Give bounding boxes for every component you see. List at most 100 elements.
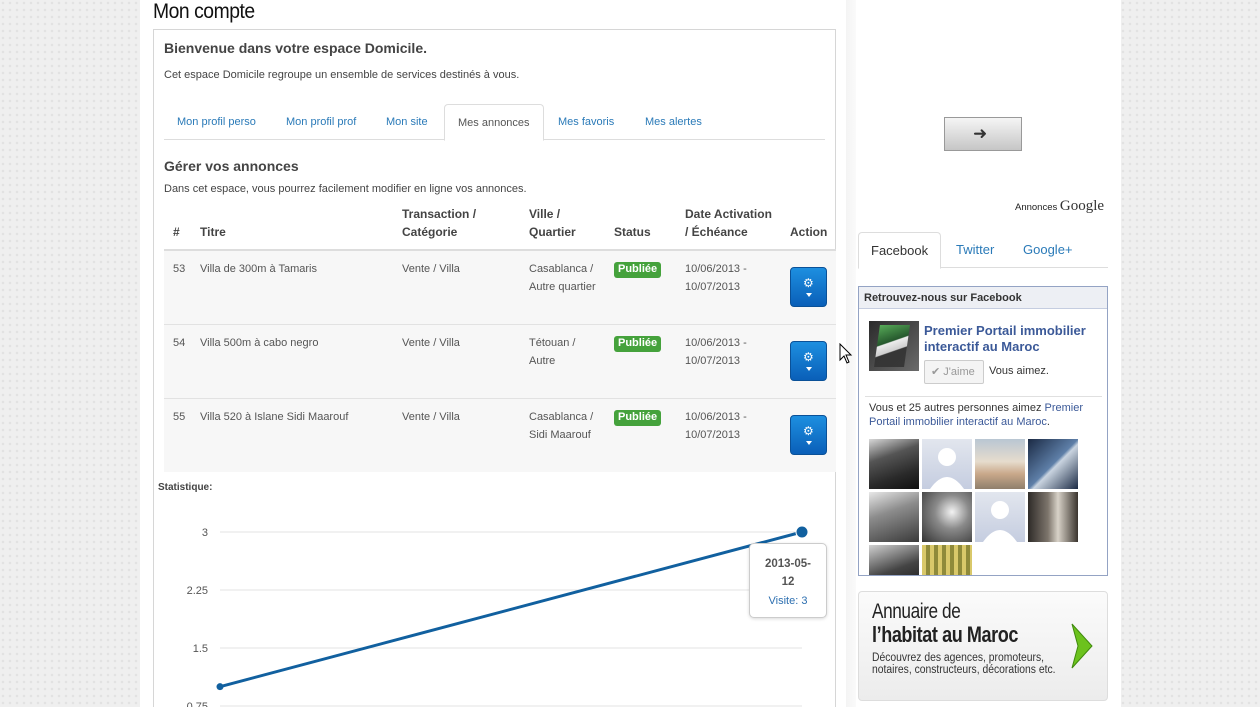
avatar[interactable] [922,439,972,489]
action-dropdown-button[interactable]: ⚙ [790,267,827,307]
col-num: # [164,205,191,251]
y-tick-label: 1.5 [193,643,208,655]
social-tabs: Facebook Twitter Google+ [858,232,1108,269]
gear-icon: ⚙ [803,276,814,290]
annuaire-banner[interactable]: Annuaire de l’habitat au Maroc Découvrez… [858,591,1108,701]
col-transaction: Transaction / Catégorie [393,205,520,251]
section-title: Gérer vos annonces [164,158,299,174]
col-date: Date Activation / Échéance [676,205,781,251]
avatar[interactable] [869,545,919,575]
avatar[interactable] [922,545,972,575]
status-badge: Publiée [614,262,662,278]
gear-icon: ⚙ [803,423,814,438]
likes-text: Vous aimez. [989,365,1049,377]
row-action: ⚙ [781,397,836,472]
row-date: 10/06/2013 -10/07/2013 [676,323,781,398]
row-action: ⚙ [781,323,836,398]
account-tabs: Mon profil perso Mon profil prof Mon sit… [164,104,825,141]
google-ads-label[interactable]: Annonces Google [1015,198,1104,215]
tab-mes-favoris[interactable]: Mes favoris [545,104,627,140]
tab-mon-profil-prof[interactable]: Mon profil prof [273,104,369,140]
check-icon: ✔ [931,366,941,378]
welcome-heading: Bienvenue dans votre espace Domicile. [164,40,427,56]
row-transaction: Vente / Villa [393,397,520,472]
tab-mon-profil-perso[interactable]: Mon profil perso [164,104,269,140]
status-badge: Publiée [614,335,662,352]
row-status: Publiée [605,323,676,398]
series-line [219,530,803,689]
tooltip-date: 2013-05- 12 [764,558,812,588]
tab-mes-annonces[interactable]: Mes annonces [444,104,544,141]
friends-text: Vous et 25 autres personnes aimez Premie… [869,402,1084,428]
caret-down-icon [806,366,812,371]
mouse-cursor-icon [839,343,853,364]
annuaire-description: Découvrez des agences, promoteurs, notai… [872,652,1056,676]
facebook-widget: Retrouvez-nous sur Facebook Premier Port… [858,286,1108,576]
like-button[interactable]: ✔ J'aime [924,360,984,384]
facebook-page-name[interactable]: Premier Portail immobilier interactif au… [924,323,1104,355]
chart-tooltip: 2013-05- 12 Visite: 3 [749,543,827,618]
row-city: Casablanca / Autre quartier [520,249,605,324]
tab-mes-alertes[interactable]: Mes alertes [632,104,715,140]
col-city: Ville / Quartier [520,205,605,251]
avatar[interactable] [922,492,972,542]
action-dropdown-button[interactable]: ⚙ [790,414,827,455]
section-description: Dans cet espace, vous pourrez facilement… [164,183,527,195]
tab-mon-site[interactable]: Mon site [373,104,441,140]
col-action: Action [781,205,836,251]
col-status: Status [605,205,676,251]
page-container: Mon compte Bienvenue dans votre espace D… [140,0,1121,707]
tab-twitter[interactable]: Twitter [944,232,1006,268]
y-tick-label: 2.25 [187,585,208,597]
row-title: Villa 520 à Islane Sidi Maarouf [191,397,393,472]
avatar[interactable] [975,492,1025,542]
row-transaction: Vente / Villa [393,323,520,398]
ad-next-button[interactable]: ➜ [944,117,1022,151]
intro-text: Cet espace Domicile regroupe un ensemble… [164,69,520,81]
y-tick-label: 3 [202,527,208,539]
annuaire-title-line2: l’habitat au Maroc [872,622,1018,647]
tab-google-plus[interactable]: Google+ [1011,232,1085,268]
stats-label: Statistique: [158,482,213,493]
facebook-widget-header: Retrouvez-nous sur Facebook [859,287,1107,309]
annuaire-title-line1: Annuaire de [872,600,961,623]
table-row: 55 Villa 520 à Islane Sidi Maarouf Vente… [164,397,836,472]
tab-facebook[interactable]: Facebook [858,232,942,269]
col-title: Titre [191,205,393,251]
y-tick-label: 0.75 [187,701,208,707]
arrow-right-icon: ➜ [973,124,988,143]
chevron-right-icon [1071,623,1093,669]
visits-chart: 3 2.25 1.5 0.75 [187,525,809,707]
page-title: Mon compte [153,0,255,23]
avatar[interactable] [869,439,919,489]
sidebar: ➜ Annonces Google Facebook Twitter Googl… [858,0,1121,707]
caret-down-icon [806,440,812,445]
data-point[interactable] [795,525,809,539]
avatar[interactable] [869,492,919,542]
avatar[interactable] [1028,439,1078,489]
row-transaction: Vente / Villa [393,249,520,324]
gear-icon: ⚙ [803,349,814,364]
tooltip-value: Visite: 3 [768,595,808,607]
avatar[interactable] [975,439,1025,489]
caret-down-icon [806,293,812,297]
table-row: 53 Villa de 300m à Tamaris Vente / Villa… [164,249,836,324]
table-row: 54 Villa 500m à cabo negro Vente / Villa… [164,323,836,398]
row-date: 10/06/2013 -10/07/2013 [676,397,781,472]
ads-table: # Titre Transaction / Catégorie Ville / Qu… [164,205,836,472]
action-dropdown-button[interactable]: ⚙ [790,340,827,381]
row-status: Publiée [605,397,676,472]
row-num: 55 [164,397,191,472]
row-date: 10/06/2013 -10/07/2013 [676,249,781,324]
row-city: Casablanca / Sidi Maarouf [520,397,605,472]
row-status: Publiée [605,249,676,324]
divider [865,396,1102,397]
avatar[interactable] [1028,492,1078,542]
row-city: Tétouan / Autre [520,323,605,398]
data-point[interactable] [216,683,224,691]
row-num: 53 [164,249,191,324]
facebook-page-avatar[interactable] [869,321,919,371]
row-title: Villa 500m à cabo negro [191,323,393,398]
row-num: 54 [164,323,191,398]
status-badge: Publiée [614,409,662,426]
